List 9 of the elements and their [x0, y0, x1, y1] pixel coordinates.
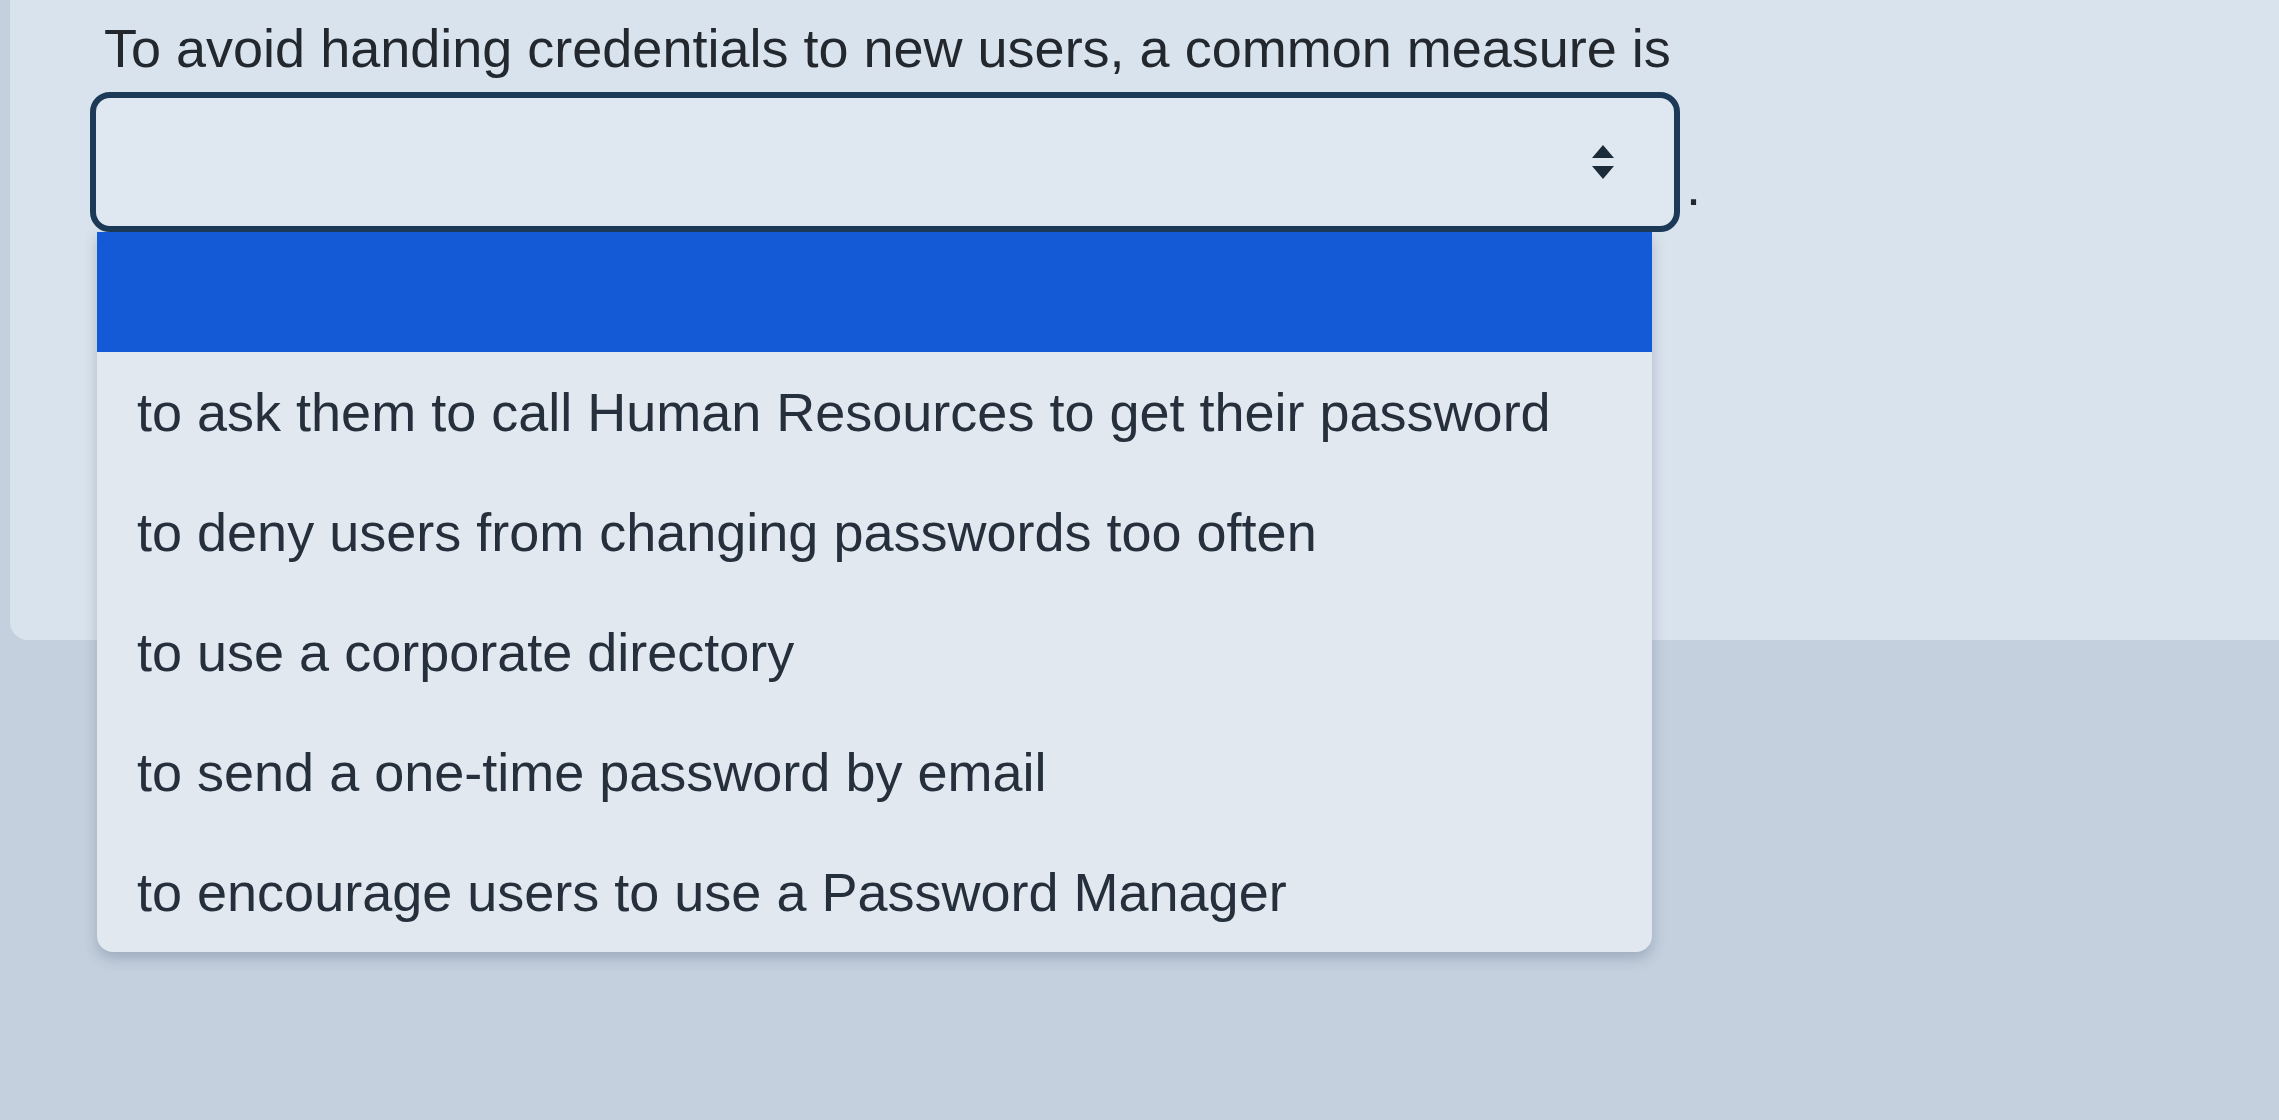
dropdown-option[interactable]: to use a corporate directory	[97, 592, 1652, 712]
select-field[interactable]	[90, 92, 1680, 232]
dropdown-option[interactable]: to encourage users to use a Password Manager	[97, 832, 1652, 952]
question-text: To avoid handing credentials to new users, a common measure is	[104, 17, 1671, 80]
up-down-arrows-icon	[1592, 145, 1614, 179]
period-text: .	[1686, 155, 1701, 218]
dropdown-option[interactable]: to send a one-time password by email	[97, 712, 1652, 832]
dropdown-option[interactable]: to ask them to call Human Resources to get their password	[97, 352, 1652, 472]
dropdown-option[interactable]: to deny users from changing passwords too often	[97, 472, 1652, 592]
